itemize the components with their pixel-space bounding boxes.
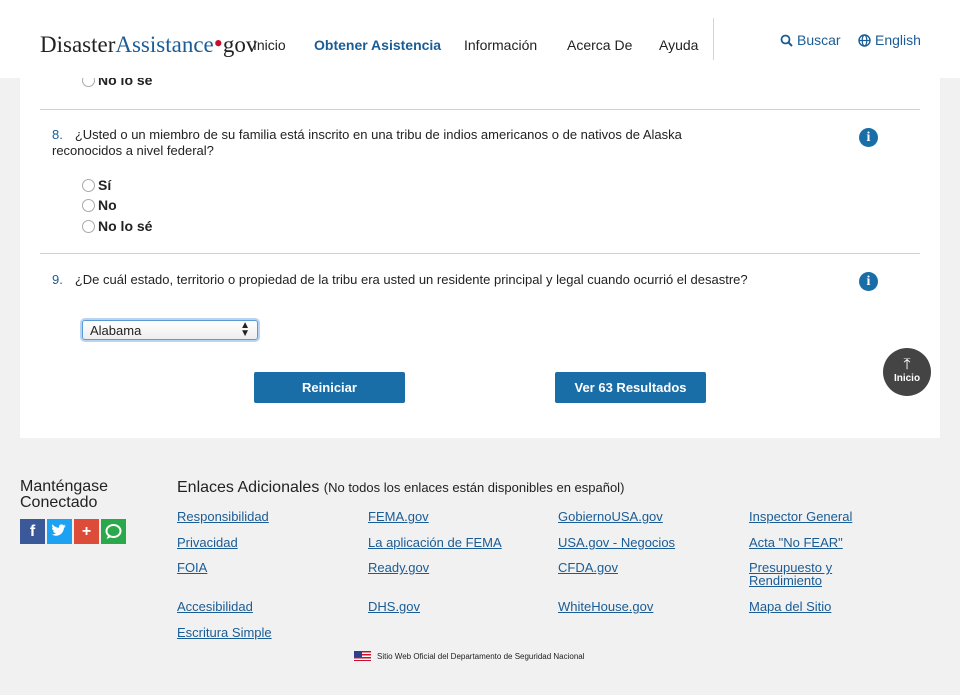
footer-link[interactable]: Mapa del Sitio	[749, 600, 831, 613]
site-header: DisasterAssistance•gov Inicio Obtener As…	[0, 0, 960, 78]
footer-link[interactable]: Presupuesto y Rendimiento	[749, 561, 859, 587]
divider	[40, 109, 920, 110]
state-select[interactable]: Alabama ▲ ▼	[82, 320, 258, 340]
info-icon[interactable]: i	[859, 128, 878, 147]
footer-link[interactable]: FEMA.gov	[368, 510, 429, 523]
reset-button[interactable]: Reiniciar	[254, 372, 405, 403]
radio-button[interactable]	[82, 178, 95, 192]
official-site-notice: Sitio Web Oficial del Departamento de Se…	[354, 651, 585, 661]
footer-link[interactable]: La aplicación de FEMA	[368, 536, 502, 549]
language-link[interactable]: English	[858, 32, 921, 48]
select-arrows-icon: ▲ ▼	[240, 320, 250, 339]
social-links: f +	[20, 519, 126, 544]
back-to-top-button[interactable]: ⤒ Inicio	[883, 348, 931, 396]
additional-links-heading: Enlaces Adicionales (No todos los enlace…	[177, 479, 625, 496]
nav-ayuda[interactable]: Ayuda	[659, 37, 698, 53]
google-plus-icon[interactable]: +	[74, 519, 99, 544]
footer-link[interactable]: WhiteHouse.gov	[558, 600, 653, 613]
nav-acerca-de[interactable]: Acerca De	[567, 37, 632, 53]
info-icon[interactable]: i	[859, 272, 878, 291]
search-link[interactable]: Buscar	[780, 32, 841, 48]
radio-button[interactable]	[82, 198, 95, 212]
question-9: 9. ¿De cuál estado, territorio o propieda…	[52, 272, 748, 287]
divider	[40, 253, 920, 254]
us-flag-icon	[354, 651, 371, 661]
arrow-up-icon: ⤒	[903, 356, 911, 373]
footer-link[interactable]: Responsibilidad	[177, 510, 269, 523]
footer-link[interactable]: Inspector General	[749, 510, 852, 523]
footer-link[interactable]: Privacidad	[177, 536, 238, 549]
chat-icon[interactable]	[101, 519, 126, 544]
q8-option-si[interactable]: Sí	[82, 177, 111, 193]
twitter-icon[interactable]	[47, 519, 72, 544]
q8-option-no[interactable]: No	[82, 197, 117, 213]
footer-link[interactable]: USA.gov - Negocios	[558, 536, 675, 549]
site-logo[interactable]: DisasterAssistance•gov	[40, 29, 257, 59]
stay-connected-heading: Manténgase Conectado	[20, 478, 109, 511]
nav-inicio[interactable]: Inicio	[253, 37, 286, 53]
questionnaire-panel: No lo sé 8. ¿Usted o un miembro de su fam…	[20, 72, 940, 438]
footer-link[interactable]: FOIA	[177, 561, 207, 574]
footer-link[interactable]: GobiernoUSA.gov	[558, 510, 663, 523]
globe-icon	[858, 33, 871, 47]
radio-button[interactable]	[82, 219, 95, 233]
view-results-button[interactable]: Ver 63 Resultados	[555, 372, 706, 403]
nav-informacion[interactable]: Información	[464, 37, 537, 53]
footer-link[interactable]: Escritura Simple	[177, 626, 272, 639]
footer-link[interactable]: Acta "No FEAR"	[749, 536, 843, 549]
nav-divider	[713, 18, 714, 60]
footer-link[interactable]: DHS.gov	[368, 600, 420, 613]
facebook-icon[interactable]: f	[20, 519, 45, 544]
footer-link[interactable]: Ready.gov	[368, 561, 429, 574]
search-icon	[780, 34, 793, 47]
question-8: 8. ¿Usted o un miembro de su familia está…	[52, 127, 682, 158]
nav-obtener-asistencia[interactable]: Obtener Asistencia	[314, 37, 441, 53]
q8-option-no-se[interactable]: No lo sé	[82, 218, 152, 234]
footer-link[interactable]: CFDA.gov	[558, 561, 618, 574]
footer-link[interactable]: Accesibilidad	[177, 600, 253, 613]
